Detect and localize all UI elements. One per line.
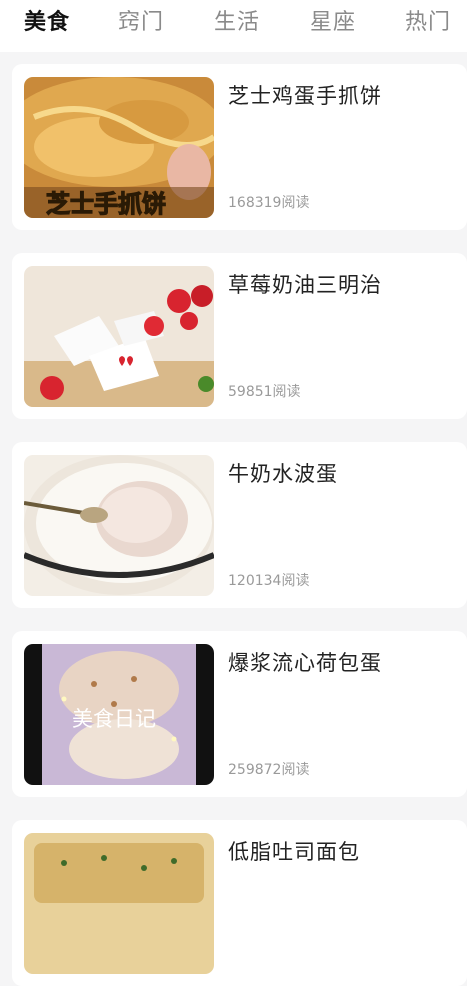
category-tab-bar: 美食 窍门 生活 星座 热门 xyxy=(0,0,467,52)
article-thumbnail xyxy=(24,266,214,407)
tab-life[interactable]: 生活 xyxy=(214,4,260,36)
tab-tips[interactable]: 窍门 xyxy=(118,4,164,36)
tab-horoscope[interactable]: 星座 xyxy=(310,4,356,36)
article-title: 低脂吐司面包 xyxy=(228,840,360,864)
article-thumbnail: 芝士手抓饼 xyxy=(24,77,214,218)
thumbnail-caption: 美食日记 xyxy=(72,707,156,731)
article-title: 芝士鸡蛋手抓饼 xyxy=(228,84,382,108)
tab-hot[interactable]: 热门 xyxy=(405,4,451,36)
article-read-count: 259872阅读 xyxy=(228,762,310,778)
article-thumbnail xyxy=(24,833,214,974)
thumbnail-caption: 芝士手抓饼 xyxy=(46,190,166,218)
article-thumbnail xyxy=(24,455,214,596)
tab-food[interactable]: 美食 xyxy=(24,4,70,36)
article-title: 爆浆流心荷包蛋 xyxy=(228,651,382,675)
article-card[interactable]: 草莓奶油三明治 59851阅读 xyxy=(12,253,467,419)
article-card[interactable]: 芝士手抓饼 芝士鸡蛋手抓饼 168319阅读 xyxy=(12,64,467,230)
article-card[interactable]: 美食日记 爆浆流心荷包蛋 259872阅读 xyxy=(12,631,467,797)
article-card[interactable]: 低脂吐司面包 xyxy=(12,820,467,986)
article-title: 草莓奶油三明治 xyxy=(228,273,382,297)
article-title: 牛奶水波蛋 xyxy=(228,462,338,486)
article-read-count: 59851阅读 xyxy=(228,384,301,400)
article-card[interactable]: 牛奶水波蛋 120134阅读 xyxy=(12,442,467,608)
article-thumbnail: 美食日记 xyxy=(24,644,214,785)
article-read-count: 120134阅读 xyxy=(228,573,310,589)
article-read-count: 168319阅读 xyxy=(228,195,310,211)
